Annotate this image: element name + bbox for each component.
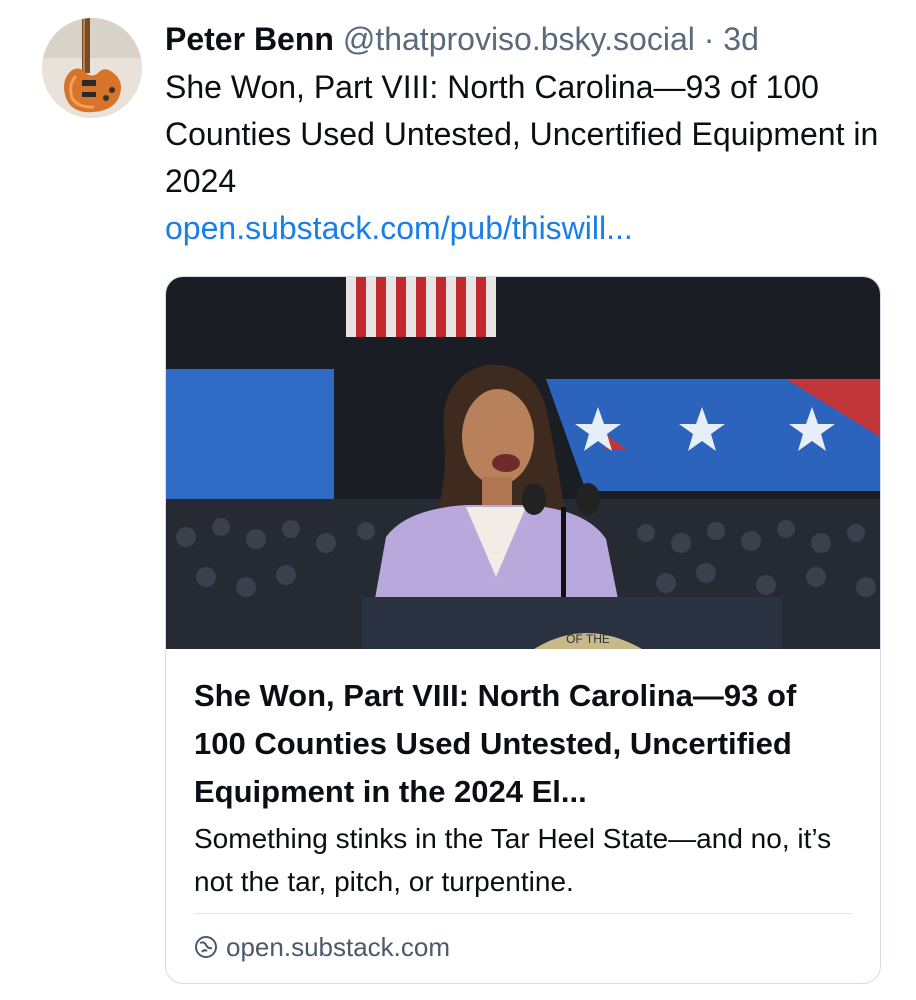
avatar[interactable] <box>42 18 142 118</box>
globe-icon <box>195 936 217 958</box>
header-separator: · <box>703 21 715 57</box>
card-divider <box>194 913 852 914</box>
link-preview-card[interactable]: OF THE She Won, Part VIII: North Carolin… <box>165 276 881 984</box>
card-domain-text[interactable]: open.substack.com <box>226 932 450 963</box>
guitar-avatar-icon <box>42 18 142 118</box>
author-handle[interactable]: @thatproviso.bsky.social <box>343 21 695 57</box>
post: Peter Benn @thatproviso.bsky.social · 3d… <box>165 18 885 252</box>
card-description: Something stinks in the Tar Heel State—a… <box>194 823 832 897</box>
card-image: OF THE <box>166 277 880 649</box>
author-name[interactable]: Peter Benn <box>165 21 334 57</box>
post-timestamp[interactable]: 3d <box>723 21 759 57</box>
post-text: She Won, Part VIII: North Carolina—93 of… <box>165 69 879 199</box>
post-link[interactable]: open.substack.com/pub/thiswill... <box>165 205 885 252</box>
card-title: She Won, Part VIII: North Carolina—93 of… <box>194 678 797 809</box>
card-domain: open.substack.com <box>194 927 450 967</box>
post-header: Peter Benn @thatproviso.bsky.social · 3d <box>165 18 885 60</box>
podium-seal-text: OF THE <box>566 632 610 646</box>
